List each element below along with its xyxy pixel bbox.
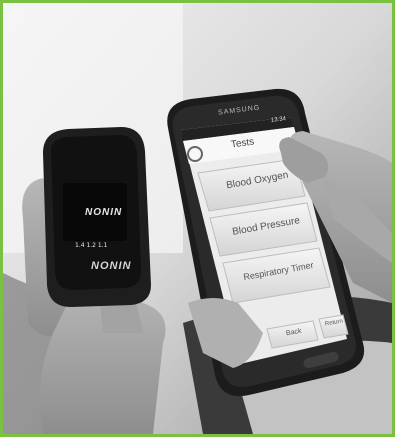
photo-frame: SAMSUNG 13:34 Tests Blood Oxygen Blood P… bbox=[0, 0, 395, 437]
photo bbox=[3, 3, 392, 434]
oximeter-readout: 1.4 1.2 1.1 bbox=[75, 242, 108, 249]
return-button[interactable] bbox=[318, 314, 349, 339]
oximeter-logo-bottom: NONIN bbox=[91, 260, 132, 272]
oximeter-logo-top: NONIN bbox=[85, 207, 123, 218]
